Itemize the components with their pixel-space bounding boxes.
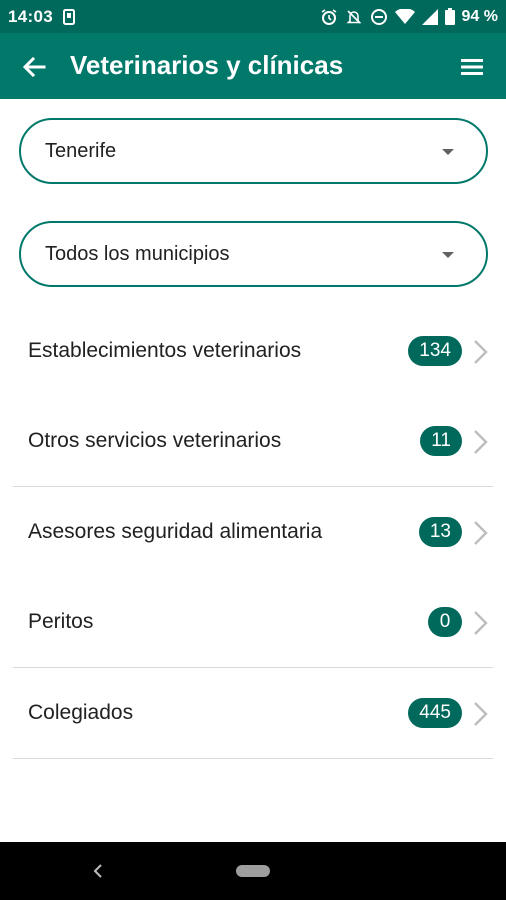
count-badge: 0 <box>428 607 462 637</box>
battery-percentage: 94 % <box>461 7 498 25</box>
municipality-select[interactable]: Todos los municipios <box>19 221 488 287</box>
phone-notification-icon <box>62 8 75 25</box>
dropdown-arrow-icon <box>442 252 454 258</box>
chevron-right-icon <box>474 521 488 545</box>
list-item-peritos[interactable]: Peritos 0 <box>13 577 493 667</box>
count-badge: 13 <box>418 517 462 547</box>
status-time: 14:03 <box>8 6 53 26</box>
alarm-icon <box>320 8 338 26</box>
chevron-right-icon <box>474 702 488 726</box>
list-item-label: Otros servicios veterinarios <box>28 429 282 452</box>
chevron-right-icon <box>474 611 488 635</box>
status-bar: 14:03 94 % <box>0 0 506 33</box>
system-home-button[interactable] <box>236 865 270 877</box>
list-item-label: Asesores seguridad alimentaria <box>28 520 323 543</box>
arrow-left-icon <box>22 56 46 78</box>
island-select[interactable]: Tenerife <box>19 118 488 184</box>
list-item-label: Peritos <box>28 610 94 633</box>
page-title: Veterinarios y clínicas <box>70 50 344 80</box>
list-item-asesores-seguridad-alimentaria[interactable]: Asesores seguridad alimentaria 13 <box>13 487 493 577</box>
list-item-label: Establecimientos veterinarios <box>28 339 302 362</box>
app-bar: Veterinarios y clínicas <box>0 33 506 99</box>
list-item-establecimientos-veterinarios[interactable]: Establecimientos veterinarios 134 <box>13 306 493 396</box>
system-back-button[interactable] <box>90 862 106 880</box>
dropdown-arrow-icon <box>442 149 454 155</box>
chevron-right-icon <box>474 430 488 454</box>
system-navigation-bar <box>0 842 506 900</box>
menu-button[interactable] <box>458 53 486 81</box>
hamburger-menu-icon <box>461 59 483 75</box>
battery-icon <box>444 8 455 25</box>
chevron-left-icon <box>93 864 102 878</box>
count-badge: 134 <box>408 336 462 366</box>
list-item-colegiados[interactable]: Colegiados 445 <box>13 668 493 758</box>
count-badge: 11 <box>420 426 462 456</box>
list-item-label: Colegiados <box>28 701 134 724</box>
category-list: Establecimientos veterinarios 134 Otros … <box>0 306 506 759</box>
back-button[interactable] <box>20 53 48 81</box>
island-select-value: Tenerife <box>45 139 117 162</box>
wifi-icon <box>394 8 415 25</box>
do-not-disturb-icon <box>370 8 388 26</box>
municipality-select-value: Todos los municipios <box>45 242 230 265</box>
signal-icon <box>421 8 438 25</box>
list-item-otros-servicios-veterinarios[interactable]: Otros servicios veterinarios 11 <box>13 396 493 486</box>
count-badge: 445 <box>408 698 462 728</box>
divider <box>13 758 493 759</box>
chevron-right-icon <box>474 340 488 364</box>
notifications-off-icon <box>345 8 363 26</box>
